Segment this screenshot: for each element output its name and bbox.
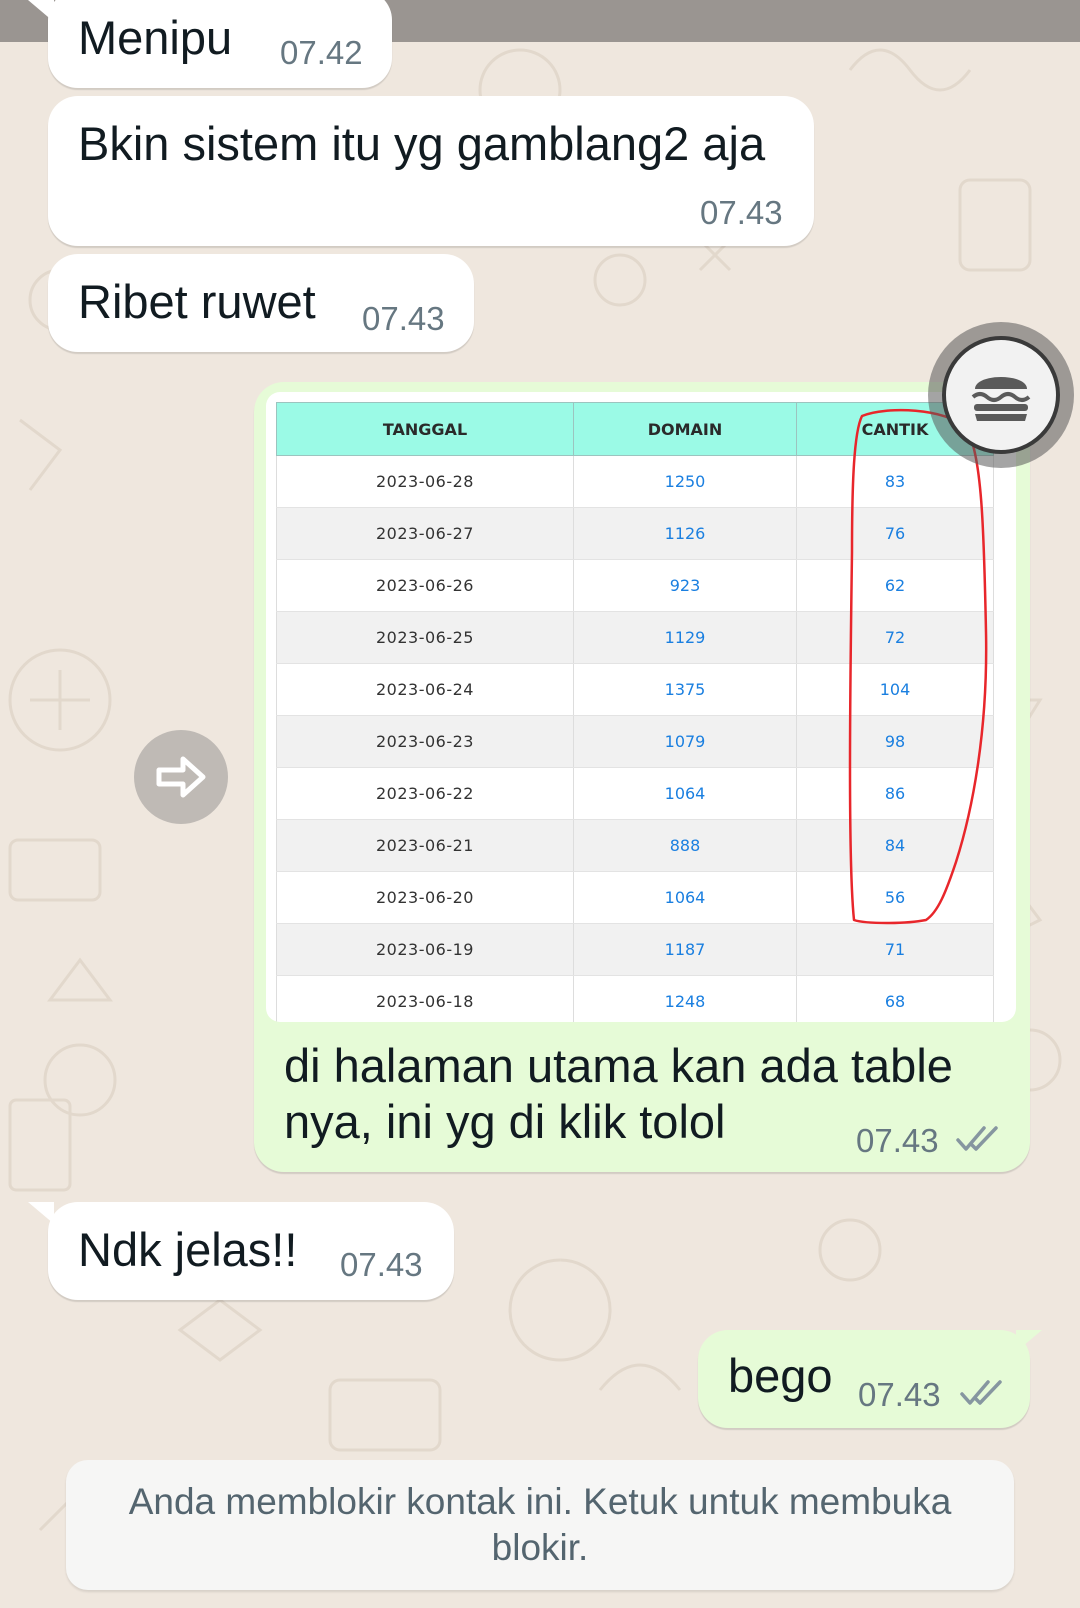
shared-image[interactable]: TANGGAL DOMAIN CANTIK 2023-06-28 1250 83 2… <box>266 392 1016 1022</box>
double-check-icon <box>960 1380 1002 1405</box>
burger-icon <box>971 377 1031 421</box>
outgoing-message[interactable]: bego 07.43 <box>698 1330 1030 1428</box>
message-text: Ribet ruwet <box>78 275 316 328</box>
floating-app-bubble[interactable] <box>928 322 1074 468</box>
message-text: Bkin sistem itu yg gamblang2 aja <box>78 117 766 170</box>
incoming-message[interactable]: Ndk jelas!! 07.43 <box>48 1202 454 1300</box>
message-time: 07.43 <box>856 1122 939 1159</box>
message-time: 07.43 <box>858 1376 941 1413</box>
forward-arrow-icon <box>156 756 206 798</box>
forward-button[interactable] <box>134 730 228 824</box>
message-time: 07.43 <box>362 300 445 337</box>
incoming-message[interactable]: Menipu 07.42 <box>48 0 392 88</box>
unblock-contact-banner[interactable]: Anda memblokir kontak ini. Ketuk untuk m… <box>66 1460 1014 1590</box>
bubble-tail <box>28 1202 54 1224</box>
message-time: 07.43 <box>340 1246 423 1283</box>
incoming-message[interactable]: Bkin sistem itu yg gamblang2 aja 07.43 <box>48 96 814 246</box>
double-check-icon <box>956 1126 998 1151</box>
message-time: 07.43 <box>700 194 783 231</box>
message-time: 07.42 <box>280 34 363 71</box>
red-annotation-loop <box>848 408 988 925</box>
message-text: Ndk jelas!! <box>78 1223 298 1276</box>
bubble-tail <box>1016 1330 1042 1352</box>
bubble-tail <box>28 0 54 22</box>
blocked-notice-text: Anda memblokir kontak ini. Ketuk untuk m… <box>128 1481 952 1568</box>
incoming-message[interactable]: Ribet ruwet 07.43 <box>48 254 474 352</box>
message-text: Menipu <box>78 11 233 64</box>
message-text: bego <box>728 1349 833 1402</box>
